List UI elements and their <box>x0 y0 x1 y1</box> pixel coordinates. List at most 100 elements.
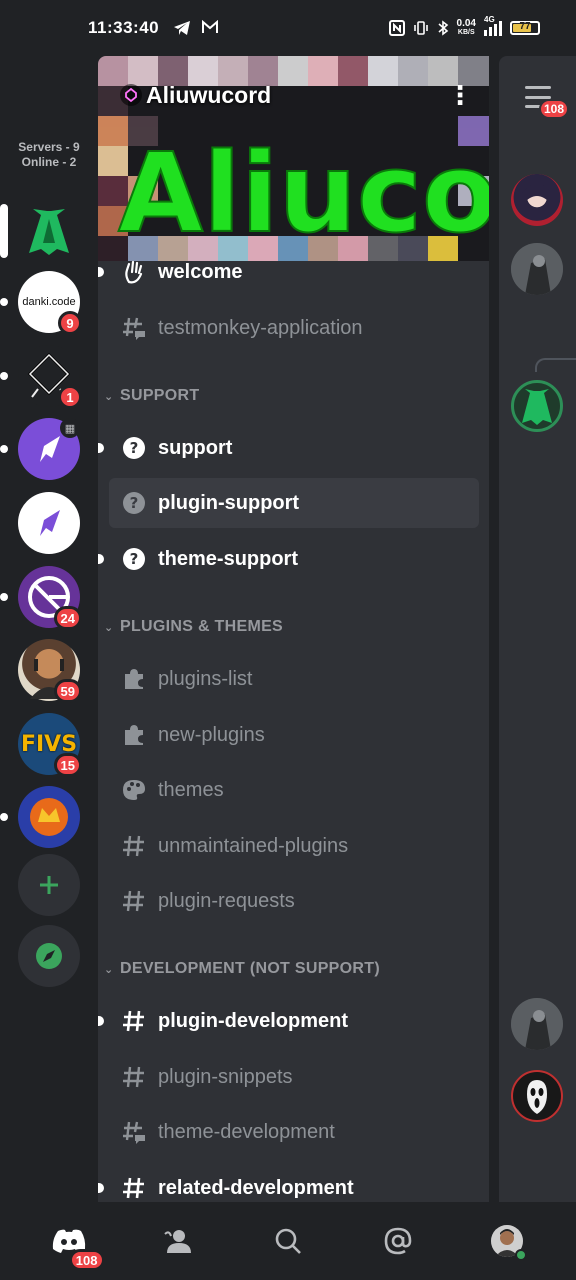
server-gatsby[interactable]: 24 <box>0 566 82 630</box>
channel-support[interactable]: ? support <box>98 423 479 473</box>
palette-icon <box>121 777 147 803</box>
home-badge: 108 <box>68 1249 105 1271</box>
online-count: Online - 2 <box>21 155 77 169</box>
nav-profile[interactable] <box>477 1211 537 1271</box>
unread-indicator <box>0 372 8 380</box>
category-support[interactable]: ⌄ SUPPORT <box>104 385 199 407</box>
channel-name: theme-development <box>158 1120 335 1143</box>
banner-logo-text: Aliucord <box>118 129 489 257</box>
category-development[interactable]: ⌄ DEVELOPMENT (NOT SUPPORT) <box>104 958 380 980</box>
dm-avatar[interactable] <box>511 174 563 226</box>
search-icon <box>275 1228 301 1254</box>
server-monster[interactable] <box>0 786 80 848</box>
nav-home[interactable]: 108 <box>39 1211 105 1271</box>
dm-aliucord-avatar[interactable] <box>511 380 563 432</box>
channel-name: plugin-snippets <box>158 1065 293 1088</box>
category-plugins-themes[interactable]: ⌄ PLUGINS & THEMES <box>104 616 283 638</box>
net-speed-value: 0.04 <box>456 18 476 29</box>
server-white-rocket[interactable] <box>18 492 80 554</box>
unread-indicator <box>98 1183 104 1193</box>
category-label: PLUGINS & THEMES <box>120 618 284 635</box>
friends-icon <box>164 1230 192 1253</box>
chevron-down-icon: ⌄ <box>104 963 114 976</box>
rocket-icon <box>40 510 60 536</box>
unread-indicator <box>98 267 104 277</box>
status-bar: 11:33:40 0.04 KB/S 4G 77 <box>0 0 576 56</box>
unread-indicator <box>98 554 104 564</box>
channel-plugin-development[interactable]: plugin-development <box>98 996 479 1046</box>
servers-count: Servers - 9 <box>18 140 80 154</box>
server-danki-code[interactable]: danki.code 9 <box>0 271 82 335</box>
chevron-down-icon: ⌄ <box>104 621 114 634</box>
hash-icon <box>121 1064 147 1090</box>
dark-avatar-icon <box>511 243 563 295</box>
selected-indicator <box>0 204 8 258</box>
channel-plugin-snippets[interactable]: plugin-snippets <box>109 1052 479 1102</box>
svg-text:?: ? <box>130 494 139 512</box>
channel-name: unmaintained-plugins <box>158 834 349 857</box>
event-calendar-icon: ▦ <box>60 418 80 438</box>
network-type: 4G <box>484 14 495 24</box>
server-header[interactable]: Aliuwucord ⋮ <box>98 80 489 110</box>
nav-search[interactable] <box>258 1211 318 1271</box>
server-banner[interactable]: Aliucord Aliuwucord ⋮ <box>98 56 489 261</box>
mention-badge: 9 <box>58 311 82 335</box>
server-fivs[interactable]: FIVS 15 <box>18 713 82 777</box>
mention-badge: 15 <box>53 753 82 777</box>
nav-mentions[interactable] <box>368 1211 428 1271</box>
compass-icon <box>36 943 62 969</box>
channel-panel: Aliucord Aliuwucord ⋮ welcome <box>98 56 489 1202</box>
channel-welcome[interactable]: welcome <box>98 247 479 297</box>
hash-icon <box>121 888 147 914</box>
channel-plugins-list[interactable]: plugins-list <box>109 654 479 704</box>
gmail-icon <box>202 20 219 33</box>
aliucord-logo-icon <box>29 209 69 255</box>
channel-unmaintained-plugins[interactable]: unmaintained-plugins <box>109 821 479 871</box>
battery-level: 77 <box>519 21 531 32</box>
add-server-button[interactable] <box>18 854 80 916</box>
more-options-icon[interactable]: ⋮ <box>447 82 473 108</box>
unread-indicator <box>0 298 8 306</box>
unread-indicator <box>98 443 104 453</box>
explore-servers-button[interactable] <box>18 925 80 987</box>
channel-themes[interactable]: themes <box>109 765 479 815</box>
aliucord-logo-icon <box>522 389 552 425</box>
channel-name: plugin-requests <box>158 889 295 912</box>
dm-avatar[interactable] <box>511 998 563 1050</box>
channel-new-plugins[interactable]: new-plugins <box>109 710 479 760</box>
status-time: 11:33:40 <box>88 18 160 37</box>
channel-related-development[interactable]: related-development <box>98 1163 479 1202</box>
channel-theme-support[interactable]: ? theme-support <box>98 534 479 584</box>
channel-name: testmonkey-application <box>158 316 363 339</box>
server-purple-rocket[interactable]: ▦ <box>0 418 80 480</box>
channel-plugin-support[interactable]: ? plugin-support <box>109 478 479 528</box>
channel-plugin-requests[interactable]: plugin-requests <box>109 876 479 926</box>
rocket-icon <box>40 436 60 462</box>
mentions-icon <box>384 1227 411 1255</box>
signal-icon: 4G <box>484 15 502 36</box>
mention-badge: 59 <box>53 679 82 703</box>
thread-hash-icon <box>121 315 147 341</box>
server-name: Aliuwucord <box>146 81 272 108</box>
dm-ghostface-avatar[interactable] <box>511 1070 563 1122</box>
server-person-avatar[interactable]: 59 <box>18 639 82 703</box>
bluetooth-icon <box>438 20 448 36</box>
channel-name: plugin-development <box>158 1009 348 1032</box>
svg-text:?: ? <box>130 439 139 457</box>
server-android[interactable]: 1 <box>0 345 82 409</box>
unread-indicator <box>0 813 8 821</box>
wave-icon <box>121 259 147 285</box>
puzzle-icon <box>121 722 147 748</box>
question-icon: ? <box>121 490 147 516</box>
channel-name: plugin-support <box>158 491 300 514</box>
net-speed: 0.04 KB/S <box>457 19 476 37</box>
question-icon: ? <box>121 546 147 572</box>
dm-avatar[interactable] <box>511 243 563 295</box>
channel-testmonkey-application[interactable]: testmonkey-application <box>109 303 479 353</box>
channel-theme-development[interactable]: theme-development <box>109 1107 479 1157</box>
net-speed-unit: KB/S <box>457 29 475 36</box>
nav-friends[interactable] <box>148 1211 208 1271</box>
telegram-icon <box>174 21 191 35</box>
server-aliucord[interactable] <box>0 200 80 262</box>
anime-avatar-icon <box>521 184 553 207</box>
